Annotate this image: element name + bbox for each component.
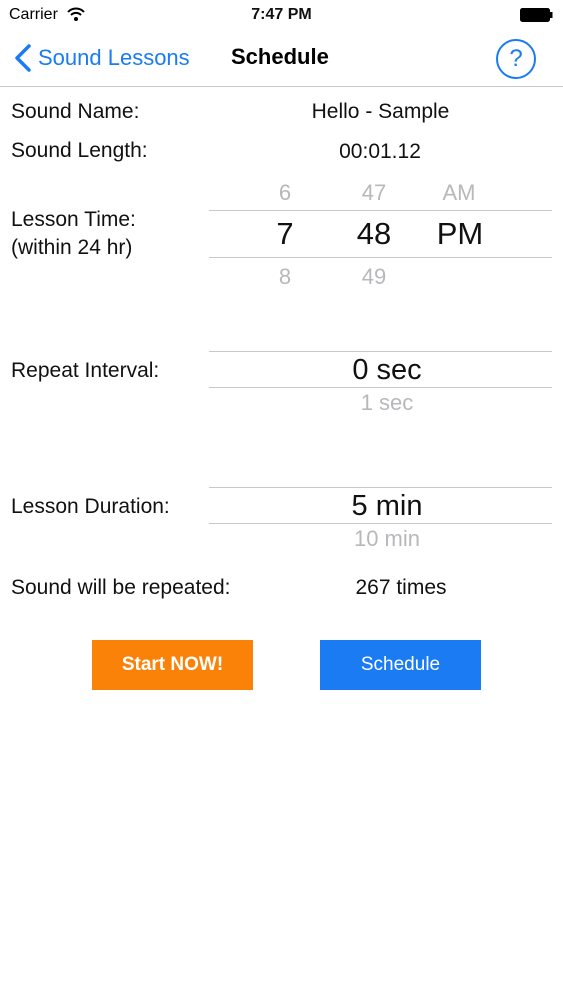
minute-option[interactable]: 49 <box>344 264 404 290</box>
hour-option[interactable]: 8 <box>257 264 313 290</box>
sound-name-label: Sound Name: <box>11 100 140 123</box>
picker-divider <box>209 257 552 258</box>
repeat-interval-option[interactable]: 1 sec <box>301 390 473 416</box>
ampm-option[interactable]: AM <box>429 180 489 206</box>
sound-length-value: 00:01.12 <box>339 140 421 163</box>
ampm-selected[interactable]: PM <box>425 216 495 252</box>
lesson-duration-option[interactable]: 10 min <box>301 526 473 552</box>
page-title: Schedule <box>231 44 329 69</box>
lesson-duration-picker[interactable]: 5 min 10 min <box>209 476 552 556</box>
lesson-time-picker[interactable]: 6 7 8 47 48 49 AM PM <box>209 178 552 289</box>
schedule-button[interactable]: Schedule <box>320 640 481 690</box>
minute-option[interactable]: 47 <box>344 180 404 206</box>
status-time: 7:47 PM <box>251 6 312 23</box>
repeat-count-value: 267 times <box>355 576 447 599</box>
repeat-interval-label: Repeat Interval: <box>11 359 160 382</box>
back-button-label: Sound Lessons <box>38 45 190 70</box>
sound-length-label: Sound Length: <box>11 139 148 162</box>
hour-option[interactable]: 6 <box>257 180 313 206</box>
minute-selected[interactable]: 48 <box>344 216 404 252</box>
start-now-button[interactable]: Start NOW! <box>92 640 253 690</box>
chevron-left-icon <box>15 44 31 72</box>
repeat-interval-picker[interactable]: 0 sec 1 sec <box>209 340 552 420</box>
lesson-duration-label: Lesson Duration: <box>11 495 170 518</box>
status-bar: Carrier 7:47 PM <box>0 0 563 30</box>
back-button[interactable]: Sound Lessons <box>14 42 190 74</box>
lesson-time-sublabel: (within 24 hr) <box>11 236 133 259</box>
picker-divider <box>209 210 552 211</box>
hour-selected[interactable]: 7 <box>257 216 313 252</box>
navigation-bar: Sound Lessons Schedule ? <box>0 30 563 87</box>
repeat-count-label: Sound will be repeated: <box>11 576 231 599</box>
help-icon[interactable]: ? <box>496 39 536 79</box>
sound-name-value: Hello - Sample <box>311 100 450 123</box>
battery-icon <box>520 8 553 22</box>
lesson-duration-selected[interactable]: 5 min <box>301 488 473 524</box>
lesson-time-label: Lesson Time: <box>11 208 136 231</box>
repeat-interval-selected[interactable]: 0 sec <box>301 352 473 388</box>
